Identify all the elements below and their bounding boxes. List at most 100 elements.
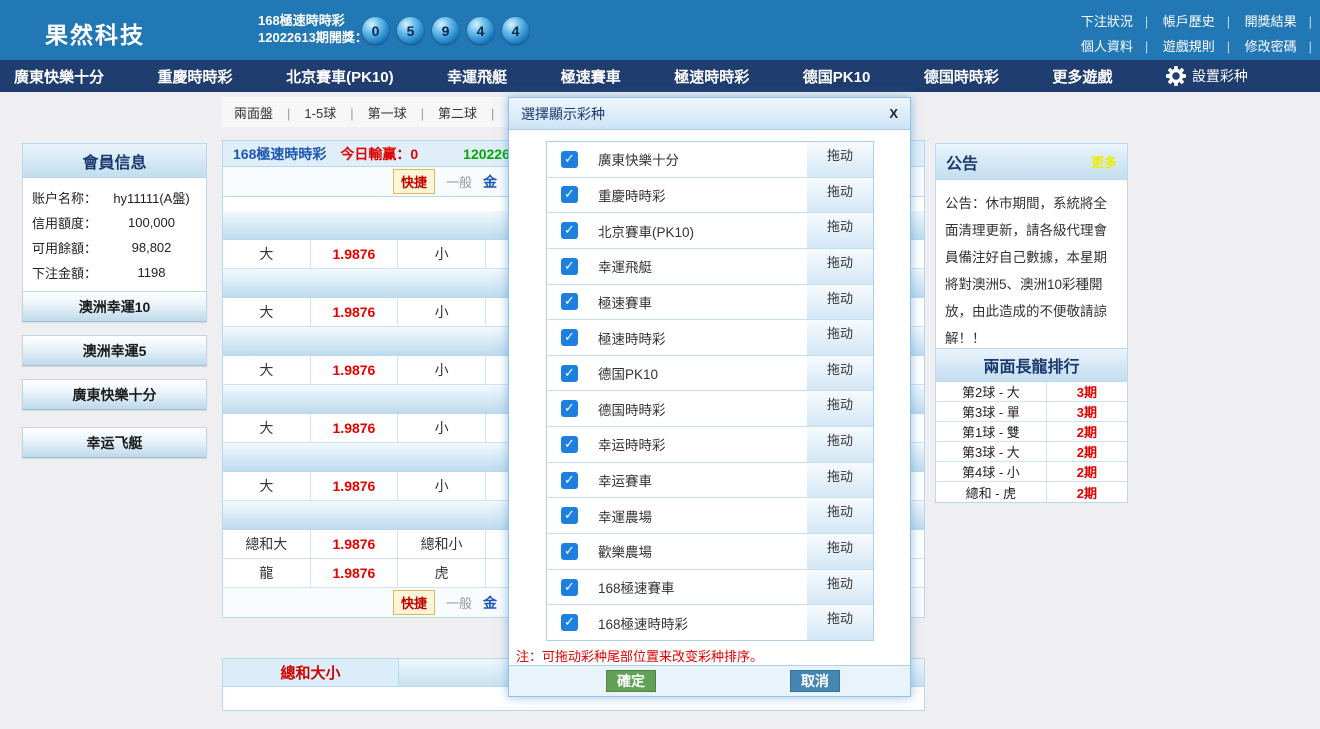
drag-handle[interactable]: 拖动 xyxy=(807,534,873,569)
drag-handle[interactable]: 拖动 xyxy=(807,498,873,533)
member-row-account: 账户名称： hy11111(A盤) xyxy=(23,185,206,210)
bet-option-big[interactable]: 大 xyxy=(223,240,311,269)
streak-row: 總和 - 虎 2期 xyxy=(936,482,1127,502)
bet-option-big[interactable]: 大 xyxy=(223,298,311,327)
checkbox-checked[interactable] xyxy=(561,222,578,239)
checkbox-checked[interactable] xyxy=(561,293,578,310)
checkbox-checked[interactable] xyxy=(561,258,578,275)
link-game-rules[interactable]: 遊戲規則 xyxy=(1163,39,1230,54)
checkbox-checked[interactable] xyxy=(561,365,578,382)
tab-first-ball[interactable]: 第一球 xyxy=(368,103,438,122)
checkbox-checked[interactable] xyxy=(561,329,578,346)
streak-name: 第4球 - 小 xyxy=(936,462,1047,481)
bet-odds[interactable]: 1.9876 xyxy=(311,298,399,327)
bet-option-small[interactable]: 小 xyxy=(398,240,486,269)
drag-handle[interactable]: 拖动 xyxy=(807,320,873,355)
checkbox-checked[interactable] xyxy=(561,436,578,453)
bet-option-tiger[interactable]: 虎 xyxy=(398,559,486,588)
nav-lucky-airship[interactable]: 幸運飛艇 xyxy=(447,66,507,87)
tab-second-ball[interactable]: 第二球 xyxy=(438,103,508,122)
bet-option-big[interactable]: 大 xyxy=(223,414,311,443)
tab-ball-1-5[interactable]: 1-5球 xyxy=(304,103,367,122)
checkbox-checked[interactable] xyxy=(561,151,578,168)
lottery-list-item: 廣東快樂十分 拖动 xyxy=(547,142,873,178)
quick-mode-button[interactable]: 快捷 xyxy=(393,590,435,615)
bet-option-small[interactable]: 小 xyxy=(398,414,486,443)
checkbox-checked[interactable] xyxy=(561,400,578,417)
lottery-name: 歡樂農場 xyxy=(598,541,652,561)
link-draw-results[interactable]: 開獎結果 xyxy=(1245,14,1312,29)
drag-handle[interactable]: 拖动 xyxy=(807,249,873,284)
lottery-ball: 5 xyxy=(397,17,424,44)
account-links-row1: 下注狀況 帳戶歷史 開獎結果 xyxy=(1071,9,1312,34)
bet-odds[interactable]: 1.9876 xyxy=(311,414,399,443)
bet-mode-group: 快捷 一般 金 xyxy=(393,590,497,615)
link-account-history[interactable]: 帳戶歷史 xyxy=(1163,14,1230,29)
bet-odds[interactable]: 1.9876 xyxy=(311,559,399,588)
nav-beijing-pk10[interactable]: 北京賽車(PK10) xyxy=(286,66,394,87)
quick-mode-button[interactable]: 快捷 xyxy=(393,169,435,194)
announcement-more-link[interactable]: 更多 xyxy=(1091,152,1117,171)
checkbox-checked[interactable] xyxy=(561,543,578,560)
bet-odds[interactable]: 1.9876 xyxy=(311,240,399,269)
close-icon[interactable]: X xyxy=(889,106,898,121)
nav-guangdong-keno[interactable]: 廣東快樂十分 xyxy=(14,66,104,87)
bet-option-small[interactable]: 小 xyxy=(398,472,486,501)
bet-odds[interactable]: 1.9876 xyxy=(311,472,399,501)
lottery-list-item: 極速賽車 拖动 xyxy=(547,285,873,321)
nav-chongqing-ssc[interactable]: 重慶時時彩 xyxy=(158,66,233,87)
normal-mode-button[interactable]: 一般 xyxy=(446,172,472,191)
bet-option-small[interactable]: 小 xyxy=(398,356,486,385)
drag-handle[interactable]: 拖动 xyxy=(807,285,873,320)
bet-option-big[interactable]: 大 xyxy=(223,472,311,501)
checkbox-checked[interactable] xyxy=(561,186,578,203)
drag-handle[interactable]: 拖动 xyxy=(807,213,873,248)
bet-option-small[interactable]: 小 xyxy=(398,298,486,327)
amount-link[interactable]: 金 xyxy=(483,593,497,613)
nav-speed-racing[interactable]: 極速賽車 xyxy=(561,66,621,87)
sidebar-button-guangdong-keno[interactable]: 廣東快樂十分 xyxy=(22,379,207,410)
nav-german-pk10[interactable]: 德国PK10 xyxy=(803,66,871,87)
drag-handle[interactable]: 拖动 xyxy=(807,356,873,391)
lottery-name: 極速賽車 xyxy=(598,292,652,312)
cancel-button[interactable]: 取消 xyxy=(790,670,840,692)
settings-lottery-button[interactable]: 設置彩种 xyxy=(1166,66,1248,86)
drag-handle[interactable]: 拖动 xyxy=(807,605,873,640)
normal-mode-button[interactable]: 一般 xyxy=(446,593,472,612)
streak-row: 第1球 - 雙 2期 xyxy=(936,422,1127,442)
drag-handle[interactable]: 拖动 xyxy=(807,427,873,462)
tab-two-sides[interactable]: 兩面盤 xyxy=(234,103,304,122)
drag-handle[interactable]: 拖动 xyxy=(807,570,873,605)
drag-handle[interactable]: 拖动 xyxy=(807,463,873,498)
modal-footer: 確定 取消 xyxy=(509,665,910,696)
bet-odds[interactable]: 1.9876 xyxy=(311,530,399,559)
checkbox-checked[interactable] xyxy=(561,507,578,524)
checkbox-checked[interactable] xyxy=(561,579,578,596)
bet-option-big[interactable]: 大 xyxy=(223,356,311,385)
bet-option-total-big[interactable]: 總和大 xyxy=(223,530,311,559)
checkbox-checked[interactable] xyxy=(561,614,578,631)
select-lottery-modal: 選擇顯示彩种 X 廣東快樂十分 拖动 重慶時時彩 拖动 北京賽車(PK10) 拖… xyxy=(508,97,911,697)
link-profile[interactable]: 個人資料 xyxy=(1081,39,1148,54)
link-change-password[interactable]: 修改密碼 xyxy=(1245,39,1312,54)
nav-german-ssc[interactable]: 德国時時彩 xyxy=(924,66,999,87)
link-bet-status[interactable]: 下注狀況 xyxy=(1081,14,1148,29)
brand-logo: 果然科技 xyxy=(45,16,145,50)
bet-odds[interactable]: 1.9876 xyxy=(311,356,399,385)
amount-link[interactable]: 金 xyxy=(483,172,497,192)
drag-handle[interactable]: 拖动 xyxy=(807,178,873,213)
nav-speed-ssc[interactable]: 極速時時彩 xyxy=(674,66,749,87)
checkbox-checked[interactable] xyxy=(561,472,578,489)
member-info-title: 會員信息 xyxy=(23,144,206,178)
streak-row: 第3球 - 大 2期 xyxy=(936,442,1127,462)
drag-handle[interactable]: 拖动 xyxy=(807,391,873,426)
bet-option-total-small[interactable]: 總和小 xyxy=(398,530,486,559)
bet-option-dragon[interactable]: 龍 xyxy=(223,559,311,588)
drag-handle[interactable]: 拖动 xyxy=(807,142,873,177)
lottery-name: 重慶時時彩 xyxy=(598,185,666,205)
confirm-button[interactable]: 確定 xyxy=(606,670,656,692)
sidebar-button-lucky-airship[interactable]: 幸运飞艇 xyxy=(22,427,207,458)
sidebar-button-aus-lucky5[interactable]: 澳洲幸運5 xyxy=(22,335,207,366)
nav-more-games[interactable]: 更多遊戲 xyxy=(1052,66,1112,87)
sidebar-button-aus-lucky10[interactable]: 澳洲幸運10 xyxy=(22,291,207,322)
